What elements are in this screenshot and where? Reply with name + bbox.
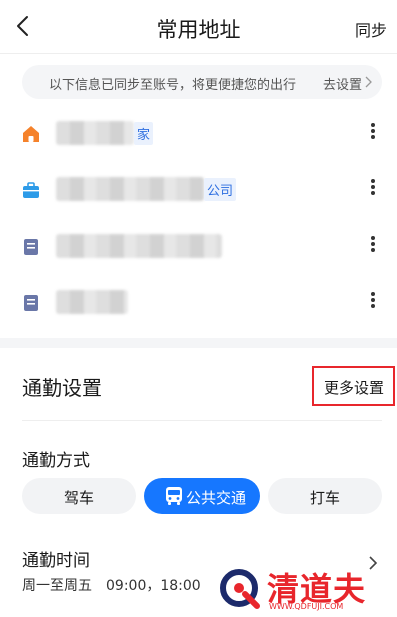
watermark-url: WWW.QDFUJI.COM [269,602,344,611]
address-text-redacted [56,234,222,258]
notice-text: 以下信息已同步至账号，将更便捷您的出行 [49,78,297,93]
top-bar: 常用地址 同步 [0,0,397,54]
address-row-home[interactable]: 家 [0,109,397,165]
address-text-redacted [56,290,128,314]
section-divider [0,338,397,348]
mode-tab-label: 驾车 [63,489,94,507]
commute-mode-label: 通勤方式 [22,451,90,471]
address-text-redacted [56,177,204,201]
mode-tab-public-transit[interactable]: 公共交通 [144,478,260,514]
more-options-icon[interactable] [363,290,383,314]
commute-settings-title: 通勤设置 [22,376,102,400]
mode-tab-drive[interactable]: 驾车 [22,478,136,514]
address-row-place[interactable] [0,278,397,334]
watermark-q-icon [220,569,260,609]
watermark-logo: 清道夫 WWW.QDFUJI.COM [215,562,395,614]
more-settings-label: 更多设置 [324,379,385,397]
go-settings-link[interactable]: 去设置 [323,74,362,93]
page-title: 常用地址 [156,18,241,42]
address-tag-home: 家 [134,122,154,145]
chevron-right-icon [365,76,372,88]
address-text-redacted [56,121,134,145]
more-options-icon[interactable] [363,177,383,201]
mode-tab-label: 公共交通 [185,489,246,507]
more-settings-button[interactable]: 更多设置 [312,366,395,406]
commute-time-value: 周一至周五 09:00，18:00 [22,578,201,594]
address-row-place[interactable] [0,222,397,278]
home-icon [23,126,39,142]
place-icon [24,239,38,255]
sync-notice-banner[interactable]: 以下信息已同步至账号，将更便捷您的出行 去设置 [22,65,382,99]
sync-button[interactable]: 同步 [355,17,387,41]
company-icon [23,182,39,198]
more-options-icon[interactable] [363,234,383,258]
address-tag-company: 公司 [204,178,237,201]
more-options-icon[interactable] [363,121,383,145]
mode-tab-taxi[interactable]: 打车 [268,478,382,514]
commute-time-label[interactable]: 通勤时间 [22,546,90,571]
divider [22,420,382,421]
mode-tab-label: 打车 [309,489,340,507]
address-row-company[interactable]: 公司 [0,165,397,221]
place-icon [24,295,38,311]
